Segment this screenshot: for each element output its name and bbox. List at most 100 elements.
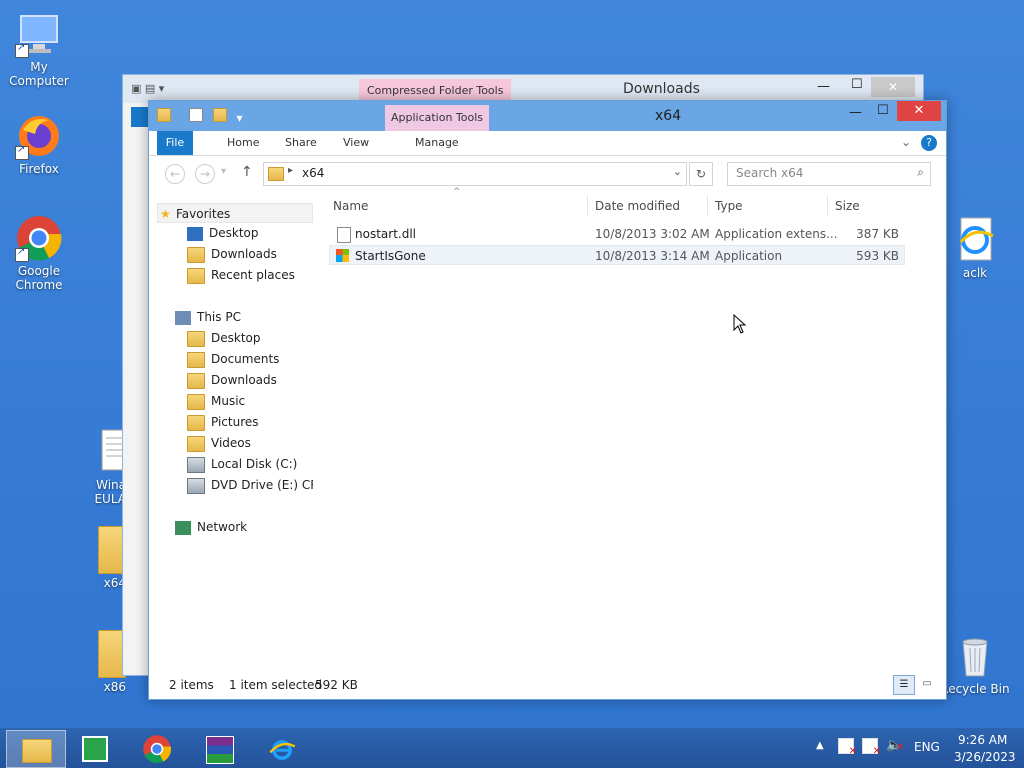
nav-pc-desktop[interactable]: Desktop (187, 328, 261, 348)
new-folder-icon[interactable] (212, 108, 227, 122)
nav-videos[interactable]: Videos (187, 433, 251, 453)
file-name: StartIsGone (355, 249, 426, 263)
tab-view[interactable]: View (333, 131, 379, 155)
file-size: 387 KB (856, 227, 899, 241)
file-type: Application extens... (715, 227, 838, 241)
forward-button[interactable]: → (195, 164, 215, 184)
desktop-icon-x86[interactable]: x86 (78, 630, 126, 694)
nav-network[interactable]: Network (175, 517, 247, 537)
back-button[interactable]: ← (165, 164, 185, 184)
divider (827, 195, 828, 215)
nav-dvd-drive[interactable]: DVD Drive (E:) CR0SF (187, 475, 313, 495)
chrome-icon (15, 214, 63, 262)
downloads-titlebar[interactable]: ▣ ▤ ▾ Compressed Folder Tools Downloads … (123, 75, 923, 103)
x64-explorer-window[interactable]: ▾ Application Tools x64 — ☐ ✕ File Home … (148, 100, 947, 700)
taskbar-ie[interactable] (252, 730, 310, 766)
taskbar-file-explorer[interactable] (6, 730, 66, 768)
tab-home[interactable]: Home (217, 131, 269, 155)
drive-icon (187, 456, 205, 473)
nav-documents[interactable]: Documents (187, 349, 279, 369)
action-center-icon[interactable]: ✕ (838, 738, 857, 757)
maximize-button[interactable]: ☐ (851, 77, 863, 92)
desktop-icon-eula[interactable]: Wina EULA (78, 428, 126, 506)
recent-locations-icon[interactable]: ▾ (221, 166, 226, 177)
network-status-icon[interactable]: ✕ (862, 738, 881, 757)
dvd-icon (187, 477, 205, 494)
tab-share[interactable]: Share (275, 131, 327, 155)
nav-pc-downloads[interactable]: Downloads (187, 370, 277, 390)
nav-desktop[interactable]: Desktop (187, 223, 259, 243)
search-input[interactable]: Search x64 (736, 166, 803, 180)
folder-icon (187, 267, 205, 284)
clock-time[interactable]: 9:26 AM (958, 733, 1007, 747)
desktop-icon (187, 226, 203, 241)
folder-icon (187, 435, 205, 452)
column-name[interactable]: Name (333, 199, 368, 213)
volume-muted-icon[interactable]: 🔈 ✕ (886, 738, 904, 753)
folder-icon (268, 167, 284, 181)
address-crumb[interactable]: x64 (302, 166, 324, 180)
computer-icon (175, 310, 191, 325)
refresh-button[interactable]: ↻ (689, 162, 713, 186)
desktop-icon-recycle-bin[interactable]: Recycle Bin (936, 632, 1014, 696)
search-icon: ⌕ (917, 165, 924, 179)
nav-music[interactable]: Music (187, 391, 245, 411)
column-size[interactable]: Size (835, 199, 860, 213)
desktop-icon-chrome[interactable]: Google Chrome (0, 214, 78, 292)
language-indicator[interactable]: ENG (914, 740, 940, 754)
details-view-button[interactable]: ☰ (893, 675, 915, 695)
close-button[interactable]: ✕ (897, 101, 941, 121)
desktop-icon-aclk[interactable]: aclk (936, 216, 1014, 280)
column-type[interactable]: Type (715, 199, 743, 213)
properties-icon[interactable] (188, 108, 203, 122)
mouse-cursor-icon (733, 313, 747, 337)
address-bar[interactable]: ▸ x64 ⌄ (263, 162, 687, 186)
chevron-down-icon[interactable]: ▾ (236, 111, 242, 125)
windows-logo-icon-lower (336, 255, 349, 262)
application-tools-tab[interactable]: Application Tools (385, 105, 489, 131)
winrar-icon (206, 736, 234, 764)
quick-access-toolbar[interactable]: ▾ (157, 108, 243, 125)
nav-local-disk[interactable]: Local Disk (C:) (187, 454, 297, 474)
nav-downloads[interactable]: Downloads (187, 244, 277, 264)
help-icon[interactable]: ? (921, 135, 937, 151)
column-date-modified[interactable]: Date modified (595, 199, 680, 213)
chevron-right-icon[interactable]: ▸ (288, 165, 293, 176)
nav-recent-places[interactable]: Recent places (187, 265, 295, 285)
tray-expand-icon[interactable]: ▲ (816, 740, 824, 751)
file-row[interactable]: nostart.dll 10/8/2013 3:02 AM Applicatio… (329, 224, 905, 244)
folder-icon (187, 393, 205, 410)
search-box[interactable]: Search x64 ⌕ (727, 162, 931, 186)
network-icon (175, 520, 191, 535)
chevron-down-icon[interactable]: ⌄ (673, 165, 682, 178)
taskbar-winrar[interactable] (190, 730, 248, 766)
taskbar-chrome[interactable] (128, 730, 186, 766)
store-icon (82, 736, 108, 762)
file-date: 10/8/2013 3:14 AM (595, 249, 710, 263)
minimize-button[interactable]: — (849, 105, 862, 120)
file-date: 10/8/2013 3:02 AM (595, 227, 710, 241)
taskbar: ▲ ✕ ✕ 🔈 ✕ ENG 9:26 AM 3/26/2023 (0, 728, 1024, 768)
sort-arrow-icon: ^ (453, 187, 461, 197)
maximize-button[interactable]: ☐ (877, 103, 889, 118)
close-button[interactable]: ✕ (871, 77, 915, 97)
large-icons-view-button[interactable]: ▭ (917, 675, 937, 693)
file-size: 593 KB (856, 249, 899, 263)
file-row-selected[interactable]: StartIsGone 10/8/2013 3:14 AM Applicatio… (329, 245, 905, 265)
quick-access-toolbar: ▣ ▤ ▾ (131, 82, 165, 95)
up-button[interactable]: ↑ (241, 164, 253, 180)
desktop-icon-my-computer[interactable]: My Computer (0, 10, 78, 88)
desktop-icon-firefox[interactable]: Firefox (0, 112, 78, 176)
chevron-down-icon[interactable]: ⌄ (901, 135, 911, 149)
x64-titlebar[interactable]: ▾ Application Tools x64 — ☐ ✕ (149, 101, 946, 131)
minimize-button[interactable]: — (817, 79, 830, 94)
tab-manage[interactable]: Manage (405, 131, 469, 155)
clock-date[interactable]: 3/26/2023 (954, 750, 1016, 764)
taskbar-store[interactable] (66, 730, 124, 766)
nav-this-pc[interactable]: This PC (175, 307, 241, 327)
tab-file[interactable]: File (157, 131, 193, 155)
nav-pictures[interactable]: Pictures (187, 412, 259, 432)
desktop-icon-x64[interactable]: x64 (78, 526, 126, 590)
file-name: nostart.dll (355, 227, 416, 241)
nav-favorites[interactable]: ★ Favorites (157, 203, 313, 223)
